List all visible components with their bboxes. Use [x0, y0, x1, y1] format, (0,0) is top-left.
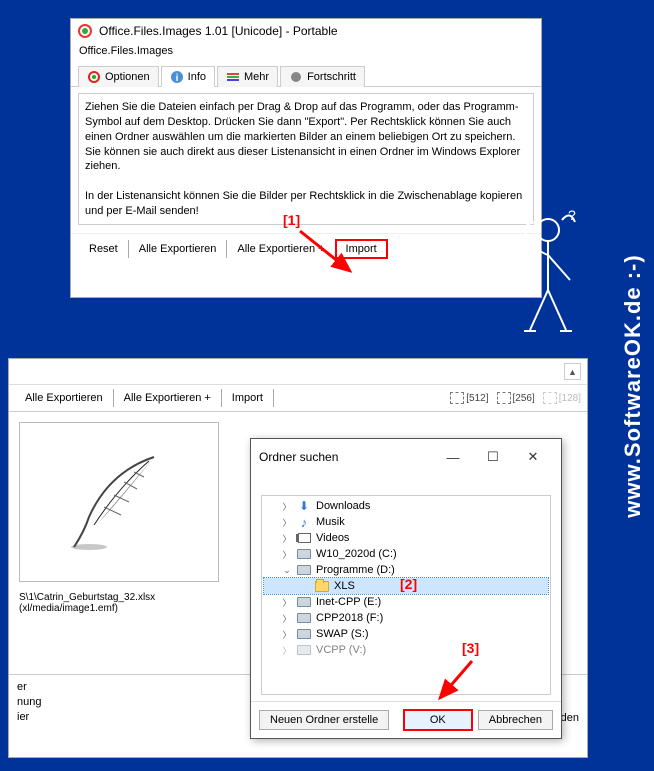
- zoom-buttons: [512] [256] [128]: [450, 392, 581, 404]
- export-all-button-2[interactable]: Alle Exportieren: [15, 389, 114, 407]
- fragment-text: ier: [17, 711, 29, 724]
- cancel-button[interactable]: Abbrechen: [478, 710, 553, 730]
- tab-bar: Optionen i Info Mehr Fortschritt: [71, 65, 541, 87]
- titlebar: Office.Files.Images 1.01 [Unicode] - Por…: [71, 19, 541, 43]
- info-paragraph-2: In der Listenansicht können Sie die Bild…: [85, 189, 527, 219]
- download-icon: ⬇: [296, 499, 312, 513]
- subtitle: Office.Files.Images: [71, 43, 541, 65]
- zoom-256[interactable]: [256]: [497, 392, 535, 404]
- stickman-icon: ?: [500, 200, 590, 350]
- drive-icon: [296, 643, 312, 657]
- thumb-icon: [497, 392, 511, 404]
- app-icon: [77, 23, 93, 39]
- import-button-2[interactable]: Import: [222, 389, 274, 407]
- music-icon: ♪: [296, 515, 312, 529]
- win2-toolbar: Alle Exportieren Alle Exportieren + Impo…: [9, 385, 587, 412]
- thumb-icon: [543, 392, 557, 404]
- tab-optionen[interactable]: Optionen: [78, 66, 159, 87]
- info-paragraph-1: Ziehen Sie die Dateien einfach per Drag …: [85, 100, 527, 174]
- tree-item-swap[interactable]: 〉SWAP (S:): [264, 626, 548, 642]
- watermark-text: www.SoftwareOK.de :-): [620, 254, 646, 517]
- win2-top-bar: ▲: [9, 359, 587, 385]
- arrow-3-icon: [432, 656, 482, 711]
- reset-button[interactable]: Reset: [79, 240, 129, 258]
- dialog-title: Ordner suchen: [259, 450, 338, 464]
- window-title: Office.Files.Images 1.01 [Unicode] - Por…: [99, 24, 338, 38]
- more-icon: [226, 70, 240, 84]
- dialog-button-row: Neuen Ordner erstelle OK Abbrechen: [251, 701, 561, 738]
- tree-item-downloads[interactable]: 〉⬇Downloads: [264, 498, 548, 514]
- tree-item-musik[interactable]: 〉♪Musik: [264, 514, 548, 530]
- video-icon: [296, 531, 312, 545]
- tab-label: Fortschritt: [307, 71, 356, 83]
- drive-icon: [296, 563, 312, 577]
- tab-label: Optionen: [105, 71, 150, 83]
- info-icon: i: [170, 70, 184, 84]
- zoom-512[interactable]: [512]: [450, 392, 488, 404]
- tab-label: Info: [188, 71, 206, 83]
- maximize-button[interactable]: ☐: [473, 445, 513, 469]
- dialog-titlebar: Ordner suchen — ☐ ✕: [251, 439, 561, 475]
- image-item[interactable]: [19, 422, 219, 582]
- new-folder-button[interactable]: Neuen Ordner erstelle: [259, 710, 389, 730]
- feather-image: [59, 423, 179, 581]
- info-text-box: Ziehen Sie die Dateien einfach per Drag …: [78, 93, 534, 225]
- tab-label: Mehr: [244, 71, 269, 83]
- annotation-3: [3]: [462, 640, 479, 656]
- drive-icon: [296, 611, 312, 625]
- annotation-2: [2]: [400, 576, 417, 592]
- svg-text:i: i: [175, 73, 178, 84]
- ok-button[interactable]: OK: [404, 710, 472, 730]
- drive-icon: [296, 547, 312, 561]
- zoom-128[interactable]: [128]: [543, 392, 581, 404]
- folder-tree[interactable]: 〉⬇Downloads 〉♪Musik 〉Videos 〉W10_2020d (…: [261, 495, 551, 695]
- scroll-up-button[interactable]: ▲: [564, 363, 581, 380]
- tab-fortschritt[interactable]: Fortschritt: [280, 66, 365, 87]
- tab-info[interactable]: i Info: [161, 66, 215, 87]
- tree-item-inet[interactable]: 〉Inet-CPP (E:): [264, 594, 548, 610]
- export-all-button[interactable]: Alle Exportieren: [129, 240, 228, 258]
- options-icon: [87, 70, 101, 84]
- drive-icon: [296, 595, 312, 609]
- tree-item-videos[interactable]: 〉Videos: [264, 530, 548, 546]
- tree-item-cpp[interactable]: 〉CPP2018 (F:): [264, 610, 548, 626]
- thumb-icon: [450, 392, 464, 404]
- tree-item-w10[interactable]: 〉W10_2020d (C:): [264, 546, 548, 562]
- export-all-plus-button-2[interactable]: Alle Exportieren +: [114, 389, 222, 407]
- arrow-1-icon: [295, 226, 365, 281]
- drive-icon: [296, 627, 312, 641]
- progress-icon: [289, 70, 303, 84]
- close-button[interactable]: ✕: [513, 445, 553, 469]
- tree-item-vcpp[interactable]: 〉VCPP (V:): [264, 642, 548, 658]
- tab-mehr[interactable]: Mehr: [217, 66, 278, 87]
- folder-icon: [314, 579, 330, 593]
- minimize-button[interactable]: —: [433, 445, 473, 469]
